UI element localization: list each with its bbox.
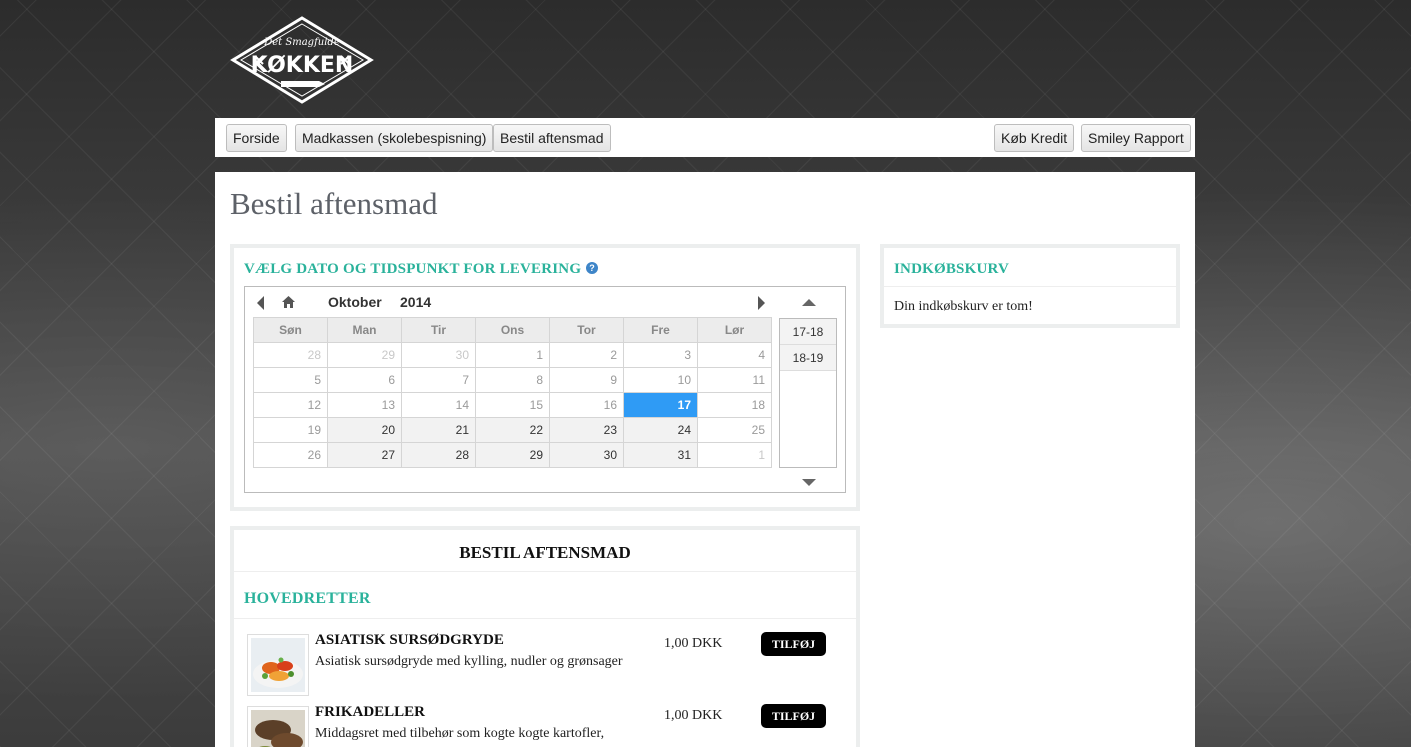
calendar-day: 15 [475,392,550,418]
calendar-day: 14 [401,392,476,418]
calendar-year-label[interactable]: 2014 [400,294,431,310]
dish-item: FRIKADELLER Middagsret med tilbehør som … [244,704,844,747]
calendar-week-row: 12 13 14 15 16 17 18 [253,392,772,418]
calendar-week-row: 19 20 21 22 23 24 25 [253,417,772,443]
time-scroll-down-icon[interactable] [802,479,816,486]
calendar-day: 6 [327,367,402,393]
main-content: Bestil aftensmad VÆLG DATO OG TIDSPUNKT … [215,172,1195,747]
top-navigation: Forside Madkassen (skolebespisning) Best… [215,118,1195,157]
dish-price: 1,00 DKK [664,636,723,651]
calendar-day: 25 [697,417,772,443]
calendar-day: 8 [475,367,550,393]
nav-smiley-rapport-button[interactable]: Smiley Rapport [1081,124,1191,152]
weekday-header: Ons [475,317,550,343]
calendar-day[interactable]: 30 [549,442,624,468]
cart-title: INDKØBSKURV [894,261,1010,277]
page-title: Bestil aftensmad [230,186,438,221]
order-divider [234,571,856,572]
time-slot-list: 17-18 18-19 [779,318,837,468]
calendar-day[interactable]: 27 [327,442,402,468]
calendar-day: 19 [253,417,328,443]
section-title-hovedretter: HOVEDRETTER [244,590,371,607]
weekday-header: Fre [623,317,698,343]
logo[interactable]: Det Smagfulde KØKKEN [229,15,375,105]
calendar-day: 11 [697,367,772,393]
calendar-day: 13 [327,392,402,418]
calendar-day: 1 [697,442,772,468]
calendar-day[interactable]: 31 [623,442,698,468]
dish-name: ASIATISK SURSØDGRYDE [315,632,504,648]
order-divider [234,618,856,619]
time-scroll-up-icon[interactable] [802,299,816,306]
dish-price: 1,00 DKK [664,708,723,723]
calendar-day: 7 [401,367,476,393]
add-to-cart-button[interactable]: TILFØJ [761,704,826,728]
cart-panel: INDKØBSKURV Din indkøbskurv er tom! [880,244,1180,328]
dish-item: ASIATISK SURSØDGRYDE Asiatisk sursødgryd… [244,632,844,696]
weekday-header: Søn [253,317,328,343]
calendar-day[interactable]: 21 [401,417,476,443]
weekday-header: Man [327,317,402,343]
calendar-day: 5 [253,367,328,393]
add-to-cart-button[interactable]: TILFØJ [761,632,826,656]
calendar-month-label[interactable]: Oktober [328,294,382,310]
dish-image [247,634,309,696]
calendar-day: 18 [697,392,772,418]
weekday-header: Lør [697,317,772,343]
calendar-day[interactable]: 23 [549,417,624,443]
calendar-day: 30 [401,342,476,368]
calendar-day: 9 [549,367,624,393]
calendar-week-row: 28 29 30 1 2 3 4 [253,342,772,368]
calendar-day: 26 [253,442,328,468]
calendar-day[interactable]: 29 [475,442,550,468]
nav-koeb-kredit-button[interactable]: Køb Kredit [994,124,1075,152]
order-title: BESTIL AFTENSMAD [459,543,631,562]
date-picker: Oktober 2014 Søn Man Tir Ons Tor Fre Lør… [244,286,846,493]
calendar-day: 2 [549,342,624,368]
calendar-day: 1 [475,342,550,368]
nav-madkassen-button[interactable]: Madkassen (skolebespisning) [295,124,494,152]
weekday-header-row: Søn Man Tir Ons Tor Fre Lør [253,317,772,343]
order-panel: BESTIL AFTENSMAD HOVEDRETTER ASIATISK SU… [230,526,860,747]
weekday-header: Tor [549,317,624,343]
time-slot-18-19[interactable]: 18-19 [780,345,836,371]
help-question-icon[interactable]: ? [586,262,598,274]
delivery-panel: VÆLG DATO OG TIDSPUNKT FOR LEVERING ? Ok… [230,244,860,511]
dish-image [247,706,309,747]
dish-name: FRIKADELLER [315,704,426,720]
weekday-header: Tir [401,317,476,343]
calendar-week-row: 5 6 7 8 9 10 11 [253,367,772,393]
cart-divider [884,286,1176,287]
cart-empty-text: Din indkøbskurv er tom! [894,299,1033,314]
calendar-day: 29 [327,342,402,368]
calendar-day[interactable]: 22 [475,417,550,443]
calendar-day[interactable]: 28 [401,442,476,468]
calendar-day: 16 [549,392,624,418]
prev-month-icon[interactable] [257,296,264,310]
home-icon[interactable] [281,295,296,309]
calendar-day-selected[interactable]: 17 [623,392,698,418]
logo-script-text: Det Smagfulde [263,37,340,48]
calendar-day: 3 [623,342,698,368]
nav-bestil-aftensmad-button[interactable]: Bestil aftensmad [493,124,611,152]
logo-main-text: KØKKEN [251,53,354,78]
calendar-week-row: 26 27 28 29 30 31 1 [253,442,772,468]
calendar-day: 10 [623,367,698,393]
dish-description: Middagsret med tilbehør som kogte kogte … [315,726,605,741]
time-slot-17-18[interactable]: 17-18 [780,319,836,345]
calendar-day: 28 [253,342,328,368]
nav-forside-button[interactable]: Forside [226,124,287,152]
calendar-day[interactable]: 24 [623,417,698,443]
calendar-day: 12 [253,392,328,418]
calendar-day: 4 [697,342,772,368]
calendar-grid: Søn Man Tir Ons Tor Fre Lør 28 29 30 1 2 3 4 5 6… [253,317,772,468]
dish-description: Asiatisk sursødgryde med kylling, nudler… [315,654,623,669]
calendar-day[interactable]: 20 [327,417,402,443]
delivery-panel-title: VÆLG DATO OG TIDSPUNKT FOR LEVERING [244,261,582,277]
next-month-icon[interactable] [758,296,765,310]
